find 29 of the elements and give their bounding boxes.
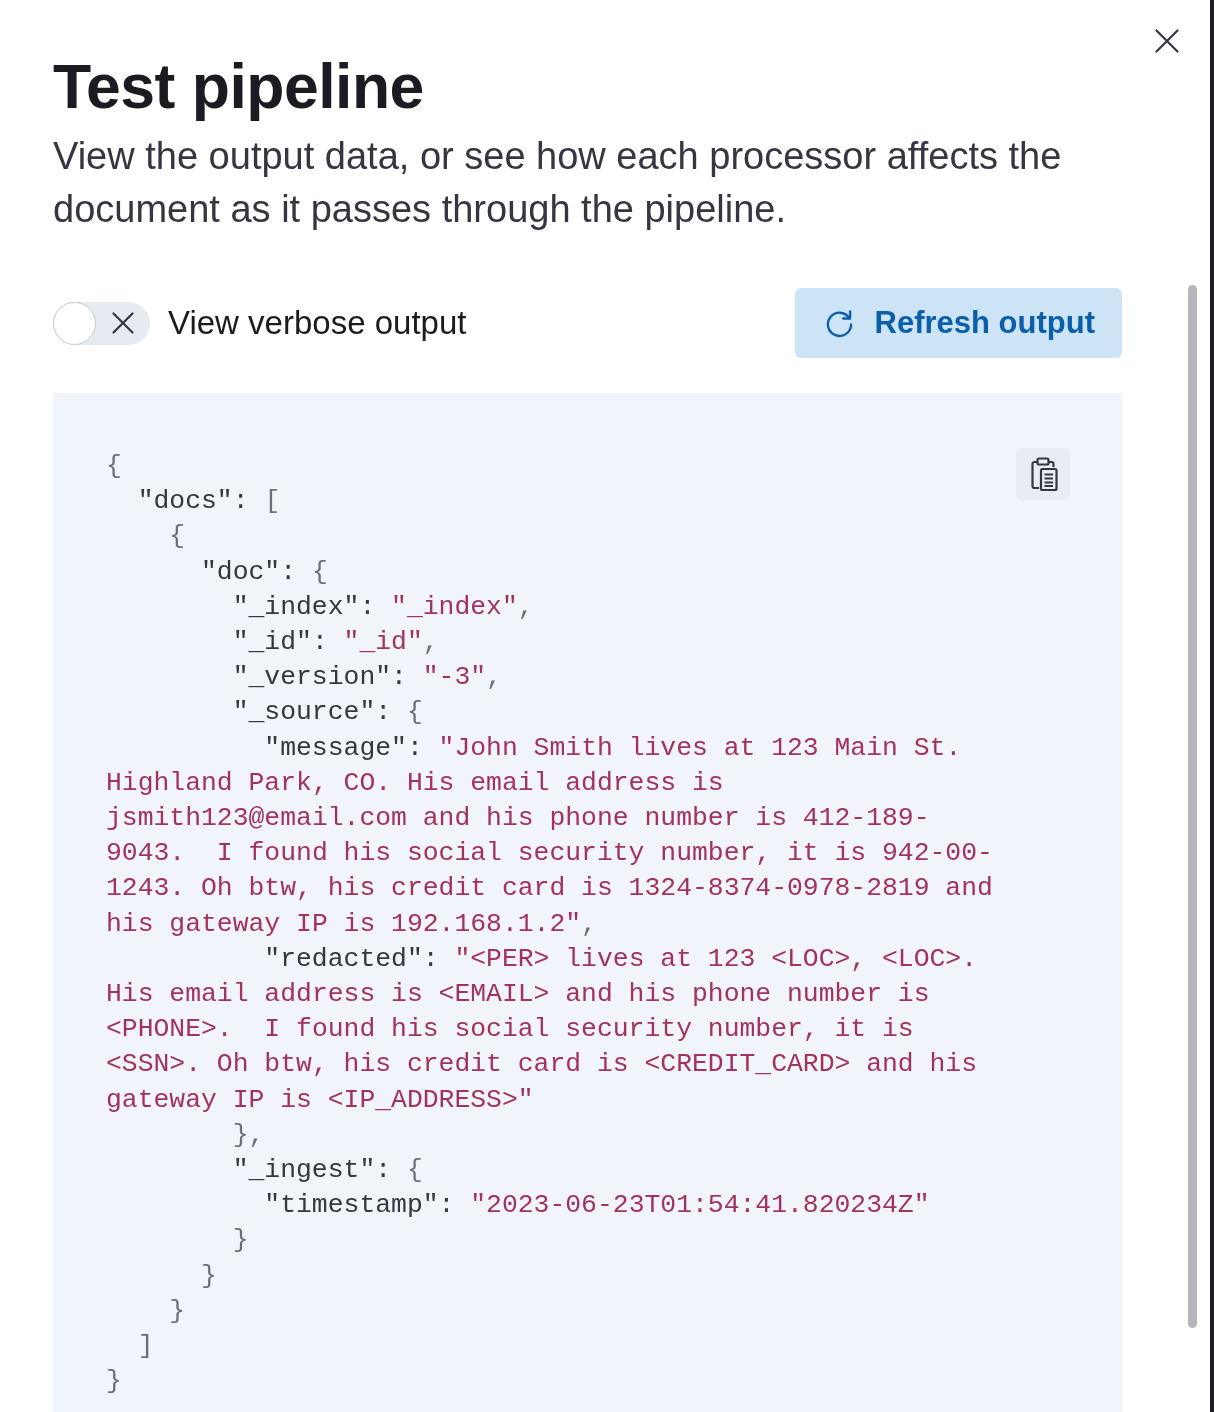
code-line: { — [169, 521, 186, 552]
code-line: "_ingest": { — [232, 1155, 423, 1186]
code-line: "message": "John Smith lives at 123 Main St. Highland Park, CO. His email address is jsmith123@email.com and his phone number is 412-189-9043. I found his social security number, it is 942-00-1243. Oh btw, his credit card is 1324-8374-0978-2819 and his gateway IP is 192.168.1.2", — [106, 732, 994, 939]
switch-thumb — [53, 301, 96, 345]
code-line: "docs": [ — [137, 486, 281, 517]
code-line: } — [106, 1366, 122, 1397]
code-line: "doc": { — [201, 556, 328, 587]
code-line: "_source": { — [232, 697, 423, 728]
code-line: "_version": "-3", — [232, 662, 502, 693]
code-line: }, — [232, 1119, 265, 1150]
close-icon — [1155, 29, 1179, 53]
refresh-button[interactable]: Refresh output — [794, 288, 1122, 358]
code-line: "_id": "_id", — [232, 627, 439, 657]
code-line: { — [106, 451, 122, 481]
flyout-description: View the output data, or see how each processor affects the document as it passes through the pipeline. — [53, 134, 1063, 232]
flyout-title: Test pipeline — [53, 50, 425, 123]
verbose-switch[interactable] — [53, 301, 150, 345]
code-line: } — [169, 1295, 186, 1326]
code-line: ] — [137, 1331, 154, 1362]
code-line: "timestamp": "2023-06-23T01:54:41.820234Z" — [264, 1190, 930, 1221]
cross-icon — [112, 312, 134, 334]
code-line: "redacted": "<PER> lives at 123 <LOC>, <LOC>. His email address is <EMAIL> and his phone number is <PHONE>. I found his social security number, it is <SSN>. Oh btw, his credit card is <CREDIT_CARD> and his gateway IP is <IP_ADDRESS>" — [106, 943, 979, 1115]
close-button[interactable] — [1155, 29, 1179, 53]
code-line: } — [201, 1260, 217, 1291]
code-line: } — [232, 1225, 249, 1256]
refresh-icon — [824, 308, 854, 338]
copy-button[interactable] — [1016, 448, 1070, 500]
switch-label[interactable]: View verbose output — [168, 303, 467, 343]
code-line: "_index": "_index", — [232, 591, 534, 622]
